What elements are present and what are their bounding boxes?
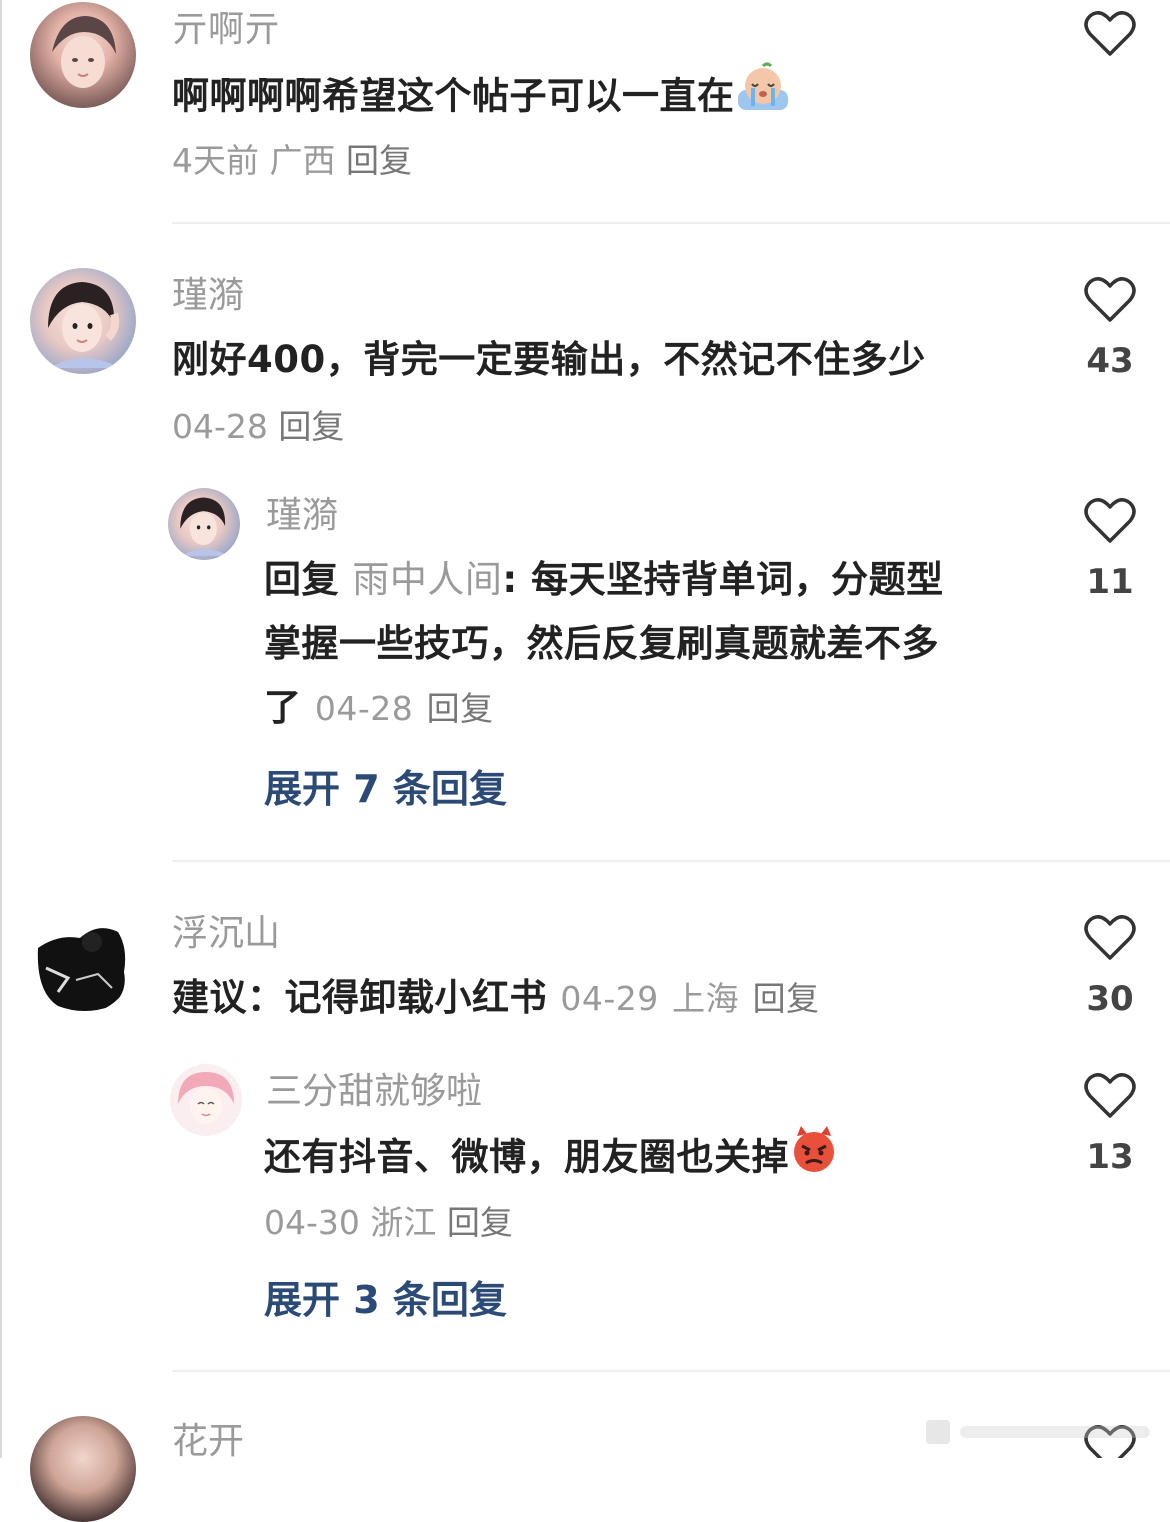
comment-meta: 4天前 广西 回复 <box>172 144 412 177</box>
avatar[interactable] <box>170 1064 242 1136</box>
reply-button[interactable]: 回复 <box>278 407 344 446</box>
avatar[interactable] <box>28 908 134 1014</box>
like-button[interactable] <box>1084 276 1136 324</box>
reply-text-body: 还有抖音、微博，朋友圈也关掉 <box>264 1135 789 1179</box>
expand-replies-button[interactable]: 展开 7 条回复 <box>264 770 507 808</box>
reply-text-line: 掌握一些技巧，然后反复刷真题就差不多 <box>264 622 939 665</box>
heart-outline-icon <box>1084 915 1136 960</box>
reply-button[interactable]: 回复 <box>447 1203 513 1242</box>
comment-text: 啊啊啊啊希望这个帖子可以一直在 <box>172 62 1022 134</box>
username[interactable]: 花开 <box>172 1424 244 1460</box>
like-button[interactable] <box>1084 497 1136 545</box>
divider <box>172 1370 1170 1372</box>
comment-time: 04-28 <box>172 407 268 446</box>
divider <box>172 222 1170 224</box>
comment-time: 4天前 <box>172 141 259 180</box>
avatar[interactable] <box>30 268 136 374</box>
crying-emoji-icon <box>735 62 791 134</box>
like-button[interactable] <box>1084 1072 1136 1120</box>
like-count: 13 <box>1086 1137 1134 1177</box>
heart-outline-icon <box>1084 1073 1136 1118</box>
username[interactable]: 浮沉山 <box>172 916 280 952</box>
username[interactable]: 三分甜就够啦 <box>266 1074 482 1110</box>
avatar[interactable] <box>30 1416 136 1522</box>
like-button[interactable] <box>1084 10 1136 58</box>
comment-location: 浙江 <box>370 1203 437 1242</box>
reply-text: 还有抖音、微博，朋友圈也关掉 <box>264 1124 1044 1194</box>
like-button[interactable] <box>1084 914 1136 962</box>
heart-outline-icon <box>1084 11 1136 56</box>
reply-button[interactable]: 回复 <box>753 979 820 1018</box>
comment-time: 04-29 <box>560 979 659 1018</box>
comment-time: 04-28 <box>314 689 414 728</box>
heart-outline-icon <box>1084 498 1136 543</box>
watermark-graphic <box>926 1412 1156 1452</box>
screen-edge <box>0 0 2 1458</box>
avatar[interactable] <box>168 488 240 560</box>
comment-meta: 04-28 回复 <box>172 410 344 443</box>
comment-time: 04-30 <box>264 1203 360 1242</box>
comment-meta: 04-30 浙江 回复 <box>264 1206 513 1239</box>
comment-text: 刚好400，背完一定要输出，不然记不住多少 <box>172 338 926 381</box>
username[interactable]: 瑾漪 <box>266 498 338 534</box>
avatar[interactable] <box>30 2 136 108</box>
reply-line: 了 04-28 回复 <box>264 676 1044 741</box>
reply-button[interactable]: 回复 <box>346 141 412 180</box>
username[interactable]: 亓啊亓 <box>172 12 280 48</box>
comment-location: 上海 <box>672 979 740 1018</box>
heart-outline-icon <box>1084 277 1136 322</box>
comment-text-body: 啊啊啊啊希望这个帖子可以一直在 <box>172 74 735 118</box>
reply-text-line: 了 <box>264 686 302 729</box>
mention-link[interactable]: 雨中人间 <box>352 558 502 601</box>
reply-text-line: 每天坚持背单词，分题型 <box>531 558 944 601</box>
reply-prefix: 回复 <box>264 558 339 601</box>
reply-text: 回复 雨中人间: 每天坚持背单词，分题型 掌握一些技巧，然后反复刷真题就差不多 … <box>264 548 1044 741</box>
comment-text-body: 建议：记得卸载小红书 <box>172 976 547 1019</box>
like-count: 30 <box>1086 979 1134 1019</box>
username[interactable]: 瑾漪 <box>172 278 244 314</box>
reply-button[interactable]: 回复 <box>427 689 494 728</box>
expand-replies-button[interactable]: 展开 3 条回复 <box>264 1281 507 1319</box>
angry-devil-emoji-icon <box>789 1124 839 1194</box>
like-count: 43 <box>1086 341 1134 381</box>
comment-text: 建议：记得卸载小红书 04-29 上海 回复 <box>172 966 1052 1031</box>
comment-location: 广西 <box>269 141 336 180</box>
reply-line: 回复 雨中人间: 每天坚持背单词，分题型 <box>264 558 944 601</box>
like-count: 11 <box>1086 562 1134 602</box>
divider <box>172 860 1170 862</box>
